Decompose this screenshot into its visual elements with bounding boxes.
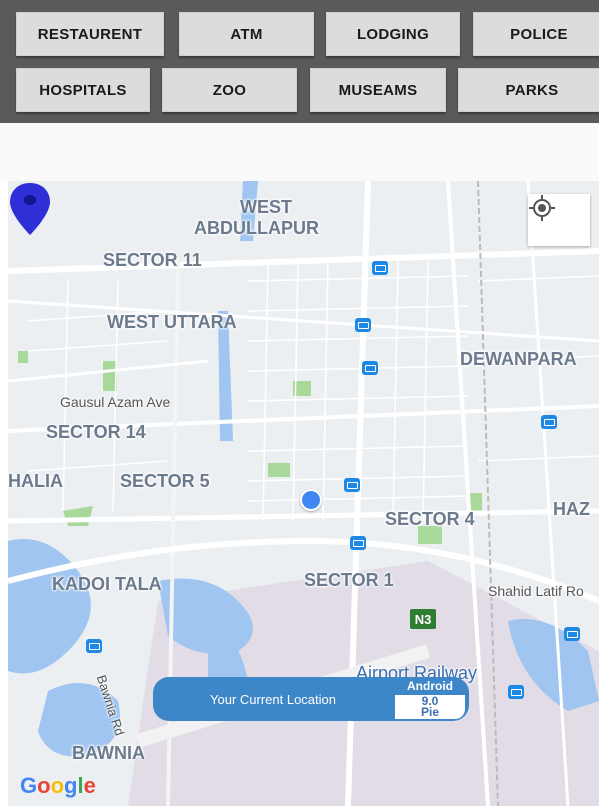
map-label-shahid-latif: Shahid Latif Ro (488, 583, 584, 599)
android-badge-title: Android (391, 677, 469, 695)
map-label-sector-4: SECTOR 4 (385, 509, 475, 529)
map-label-sector-5: SECTOR 5 (120, 471, 210, 491)
bus-stop-icon[interactable] (508, 685, 524, 699)
location-pin-icon[interactable] (8, 181, 52, 237)
map-label-sector-11: SECTOR 11 (103, 250, 202, 270)
category-button-police[interactable]: POLICE (473, 12, 599, 56)
category-button-restaurent[interactable]: RESTAURENT (16, 12, 164, 56)
bus-stop-icon[interactable] (564, 627, 580, 641)
map-label-kadoi-tala: KADOI TALA (52, 574, 162, 594)
category-button-lodging[interactable]: LODGING (326, 12, 460, 56)
bus-stop-icon[interactable] (86, 639, 102, 653)
spacer-strip (0, 123, 599, 181)
category-bar: RESTAURENT ATM LODGING POLICE HOSPITALS … (0, 0, 599, 123)
crosshair-icon (529, 195, 555, 221)
map-label-sector-1: SECTOR 1 (304, 570, 394, 590)
category-button-atm[interactable]: ATM (179, 12, 314, 56)
current-location-toast: Your Current Location Android 9.0 Pie (153, 677, 469, 721)
android-badge-version: 9.0 Pie (395, 695, 465, 719)
category-button-zoo[interactable]: ZOO (162, 68, 297, 112)
map-label-bawnia: BAWNIA (72, 743, 145, 763)
android-version-name: Pie (420, 705, 439, 719)
map-label-west: WEST (240, 197, 292, 217)
bus-stop-icon[interactable] (344, 478, 360, 492)
highway-n3-badge: N3 (410, 609, 436, 629)
bus-stop-icon[interactable] (541, 415, 557, 429)
map-label-gausul-azam-ave: Gausul Azam Ave (60, 394, 171, 410)
google-logo: Google (20, 773, 96, 798)
android-version-badge: Android 9.0 Pie (391, 677, 469, 721)
map-label-abdullapur: ABDULLAPUR (194, 218, 319, 238)
bus-stop-icon[interactable] (355, 318, 371, 332)
current-location-dot (300, 489, 322, 511)
map-label-sector-14: SECTOR 14 (46, 422, 146, 442)
map-label-dewanpara: DEWANPARA (460, 349, 577, 369)
map-label-haz: HAZ (553, 499, 590, 519)
map-label-west-uttara: WEST UTTARA (107, 312, 237, 332)
map-view[interactable]: WEST ABDULLAPUR SECTOR 11 WEST UTTARA DE… (8, 181, 599, 806)
category-button-parks[interactable]: PARKS (458, 68, 599, 112)
my-location-button[interactable] (528, 194, 590, 246)
category-button-hospitals[interactable]: HOSPITALS (16, 68, 150, 112)
bus-stop-icon[interactable] (362, 361, 378, 375)
bus-stop-icon[interactable] (372, 261, 388, 275)
category-button-museams[interactable]: MUSEAMS (310, 68, 446, 112)
map-label-halia: HALIA (8, 471, 63, 491)
toast-text: Your Current Location (210, 691, 336, 707)
bus-stop-icon[interactable] (350, 536, 366, 550)
